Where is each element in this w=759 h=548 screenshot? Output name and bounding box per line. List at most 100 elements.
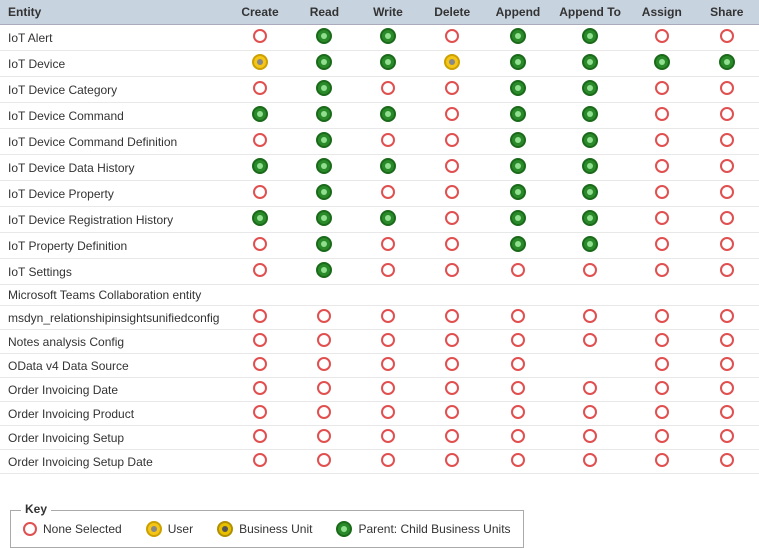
permission-cell-append[interactable] [485,285,552,306]
parent-permission-icon[interactable] [380,158,396,174]
parent-permission-icon[interactable] [380,106,396,122]
permission-cell-assign[interactable] [629,181,695,207]
parent-permission-icon[interactable] [316,80,332,96]
none-permission-icon[interactable] [253,133,267,147]
none-permission-icon[interactable] [253,81,267,95]
permission-cell-append[interactable] [485,378,552,402]
permission-cell-delete[interactable] [420,450,485,474]
none-permission-icon[interactable] [655,107,669,121]
none-permission-icon[interactable] [253,263,267,277]
none-permission-icon[interactable] [445,133,459,147]
parent-permission-icon[interactable] [510,28,526,44]
permission-cell-assign[interactable] [629,103,695,129]
permission-cell-read[interactable] [293,155,357,181]
none-permission-icon[interactable] [253,453,267,467]
none-permission-icon[interactable] [655,133,669,147]
permission-cell-read[interactable] [293,77,357,103]
permission-cell-read[interactable] [293,330,357,354]
none-permission-icon[interactable] [445,381,459,395]
none-permission-icon[interactable] [381,381,395,395]
none-permission-icon[interactable] [655,237,669,251]
permission-cell-read[interactable] [293,207,357,233]
parent-permission-icon[interactable] [510,54,526,70]
none-permission-icon[interactable] [511,405,525,419]
permission-cell-share[interactable] [695,285,759,306]
none-permission-icon[interactable] [381,453,395,467]
permission-cell-appendTo[interactable] [551,207,629,233]
none-permission-icon[interactable] [253,309,267,323]
permission-cell-append[interactable] [485,129,552,155]
none-permission-icon[interactable] [655,81,669,95]
none-permission-icon[interactable] [445,29,459,43]
none-permission-icon[interactable] [253,333,267,347]
permission-cell-assign[interactable] [629,259,695,285]
permission-cell-create[interactable] [227,129,292,155]
permission-cell-append[interactable] [485,155,552,181]
permission-cell-write[interactable] [356,207,420,233]
permission-cell-create[interactable] [227,378,292,402]
parent-permission-icon[interactable] [316,158,332,174]
permission-cell-create[interactable] [227,402,292,426]
permission-cell-share[interactable] [695,103,759,129]
parent-permission-icon[interactable] [654,54,670,70]
user-permission-icon[interactable] [444,54,460,70]
permission-cell-create[interactable] [227,103,292,129]
permission-cell-delete[interactable] [420,25,485,51]
permission-cell-appendTo[interactable] [551,77,629,103]
none-permission-icon[interactable] [583,405,597,419]
none-permission-icon[interactable] [583,263,597,277]
permission-cell-delete[interactable] [420,129,485,155]
permission-cell-read[interactable] [293,285,357,306]
permission-cell-write[interactable] [356,77,420,103]
permission-cell-write[interactable] [356,354,420,378]
none-permission-icon[interactable] [445,309,459,323]
none-permission-icon[interactable] [381,81,395,95]
none-permission-icon[interactable] [655,29,669,43]
parent-permission-icon[interactable] [252,158,268,174]
permission-cell-appendTo[interactable] [551,378,629,402]
permission-cell-read[interactable] [293,402,357,426]
permission-cell-read[interactable] [293,103,357,129]
permission-cell-share[interactable] [695,51,759,77]
permission-cell-create[interactable] [227,330,292,354]
permission-cell-share[interactable] [695,129,759,155]
parent-permission-icon[interactable] [316,54,332,70]
permission-cell-appendTo[interactable] [551,25,629,51]
none-permission-icon[interactable] [381,429,395,443]
permission-cell-delete[interactable] [420,402,485,426]
permission-cell-create[interactable] [227,77,292,103]
none-permission-icon[interactable] [511,357,525,371]
permission-cell-appendTo[interactable] [551,306,629,330]
parent-permission-icon[interactable] [582,236,598,252]
none-permission-icon[interactable] [381,309,395,323]
none-permission-icon[interactable] [445,429,459,443]
parent-permission-icon[interactable] [582,210,598,226]
none-permission-icon[interactable] [445,453,459,467]
none-permission-icon[interactable] [720,107,734,121]
none-permission-icon[interactable] [317,453,331,467]
parent-permission-icon[interactable] [316,132,332,148]
permission-cell-read[interactable] [293,354,357,378]
permission-cell-assign[interactable] [629,129,695,155]
permission-cell-create[interactable] [227,207,292,233]
permission-cell-append[interactable] [485,259,552,285]
permission-cell-share[interactable] [695,207,759,233]
parent-permission-icon[interactable] [510,184,526,200]
none-permission-icon[interactable] [445,237,459,251]
none-permission-icon[interactable] [720,429,734,443]
none-permission-icon[interactable] [655,211,669,225]
permission-cell-share[interactable] [695,402,759,426]
permission-cell-write[interactable] [356,25,420,51]
parent-permission-icon[interactable] [719,54,735,70]
permission-cell-write[interactable] [356,285,420,306]
permission-cell-assign[interactable] [629,402,695,426]
none-permission-icon[interactable] [381,357,395,371]
permission-cell-delete[interactable] [420,51,485,77]
permission-cell-read[interactable] [293,25,357,51]
parent-permission-icon[interactable] [316,184,332,200]
none-permission-icon[interactable] [445,159,459,173]
permission-cell-share[interactable] [695,306,759,330]
none-permission-icon[interactable] [583,381,597,395]
permission-cell-appendTo[interactable] [551,330,629,354]
parent-permission-icon[interactable] [510,106,526,122]
